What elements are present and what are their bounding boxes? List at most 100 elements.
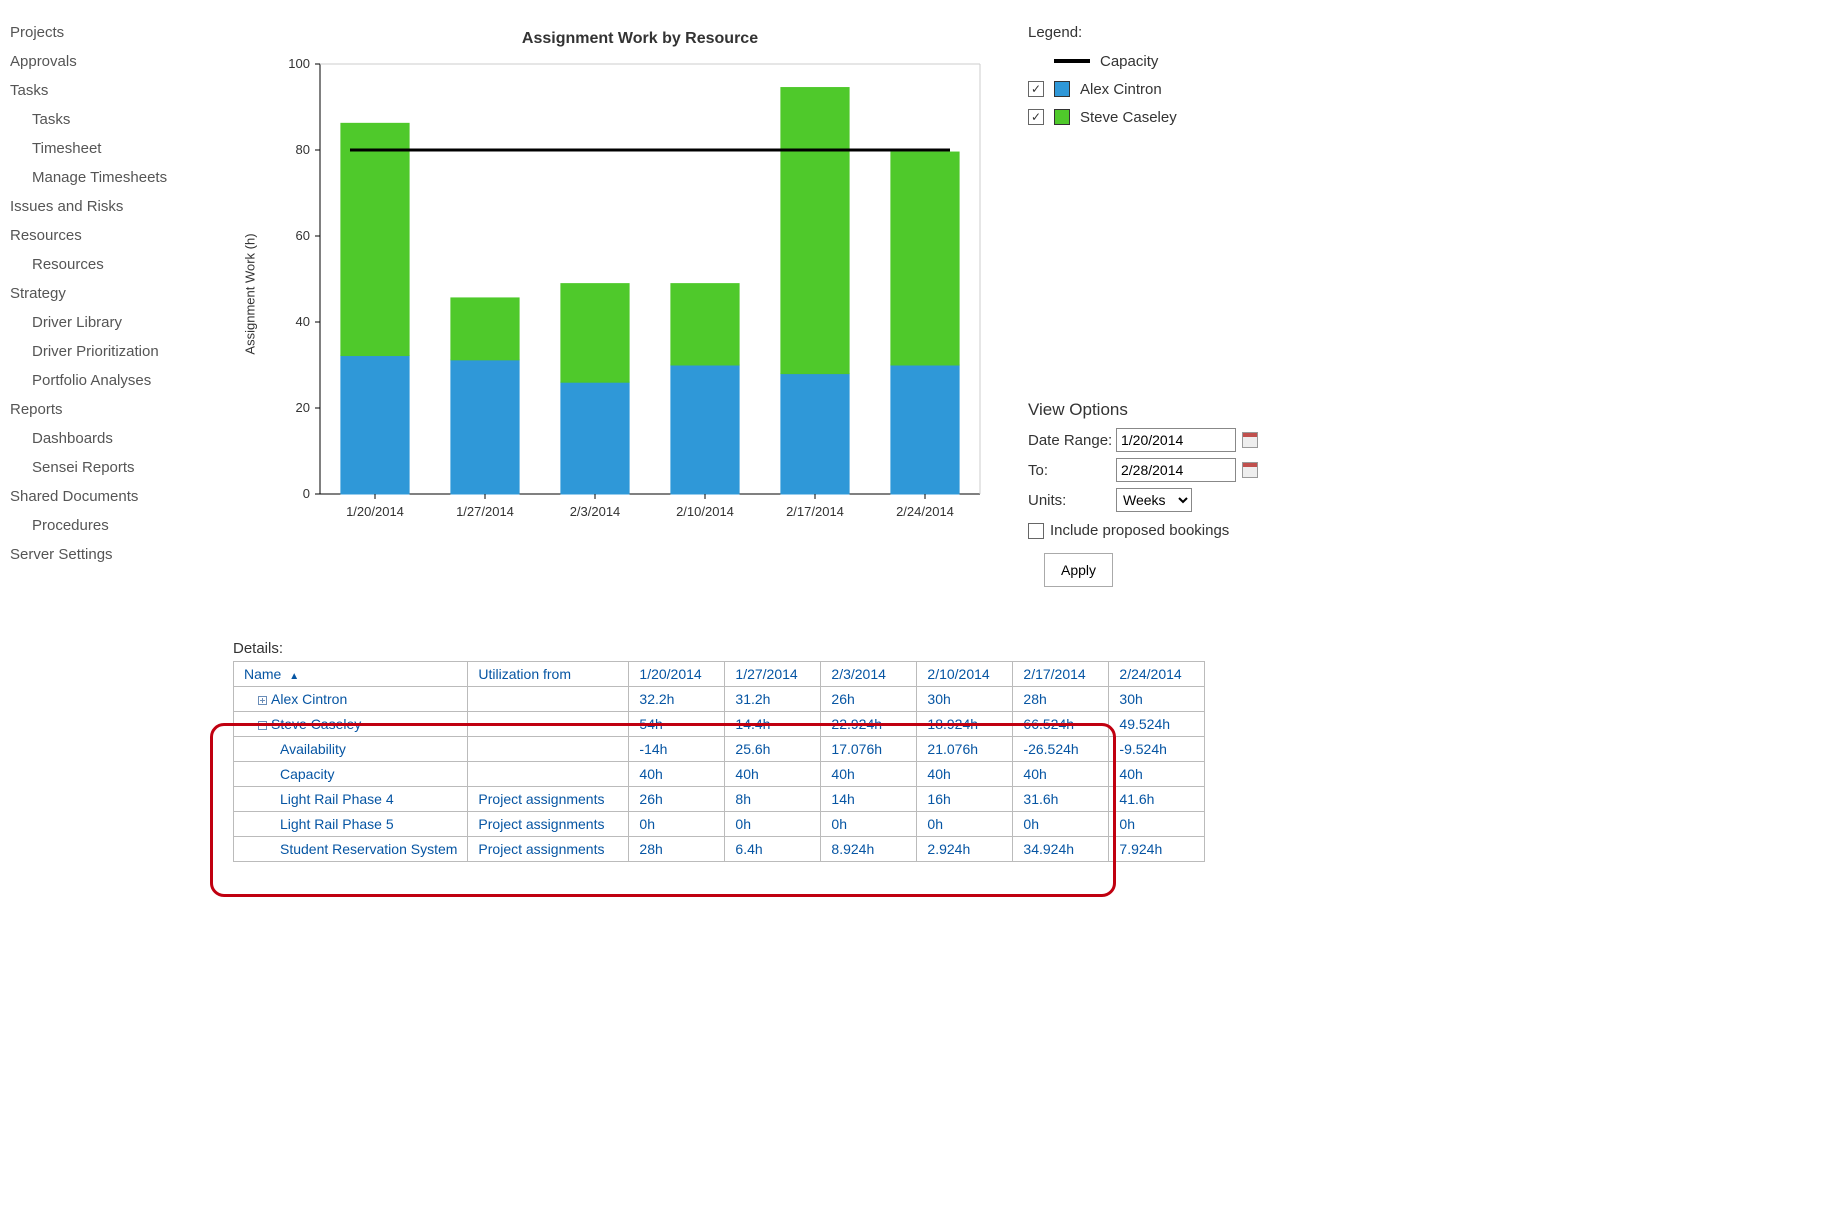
legend-panel: Legend: Capacity ✓Alex Cintron✓Steve Cas… xyxy=(1028,24,1177,131)
nav-item[interactable]: Issues and Risks xyxy=(10,192,210,221)
row-name-cell[interactable]: Alex Cintron xyxy=(234,687,468,712)
table-header-date[interactable]: 1/20/2014 xyxy=(629,662,725,687)
row-value-cell: 30h xyxy=(917,687,1013,712)
nav-item[interactable]: Driver Prioritization xyxy=(10,337,210,366)
date-range-label: Date Range: xyxy=(1028,432,1116,449)
table-header-util[interactable]: Utilization from xyxy=(468,662,629,687)
include-proposed-label: Include proposed bookings xyxy=(1050,522,1229,539)
row-util-cell xyxy=(468,687,629,712)
svg-text:2/17/2014: 2/17/2014 xyxy=(786,504,844,519)
nav-item[interactable]: Resources xyxy=(10,221,210,250)
nav-item[interactable]: Server Settings xyxy=(10,540,210,569)
nav-item[interactable]: Tasks xyxy=(10,105,210,134)
row-value-cell: 28h xyxy=(1013,687,1109,712)
row-name-cell[interactable]: Student Reservation System xyxy=(234,837,468,862)
row-value-cell: 14.4h xyxy=(725,712,821,737)
legend-swatch xyxy=(1054,81,1070,97)
legend-swatch xyxy=(1054,109,1070,125)
row-value-cell: 54h xyxy=(629,712,725,737)
legend-checkbox[interactable]: ✓ xyxy=(1028,109,1044,125)
svg-text:20: 20 xyxy=(296,400,310,415)
table-row: Capacity40h40h40h40h40h40h xyxy=(234,762,1205,787)
table-header-date[interactable]: 2/24/2014 xyxy=(1109,662,1205,687)
nav-item[interactable]: Resources xyxy=(10,250,210,279)
nav-item[interactable]: Dashboards xyxy=(10,424,210,453)
table-row: Alex Cintron32.2h31.2h26h30h28h30h xyxy=(234,687,1205,712)
table-header-date[interactable]: 2/17/2014 xyxy=(1013,662,1109,687)
table-row: Student Reservation SystemProject assign… xyxy=(234,837,1205,862)
y-axis-label: Assignment Work (h) xyxy=(243,233,258,354)
row-value-cell: 34.924h xyxy=(1013,837,1109,862)
legend-label: Steve Caseley xyxy=(1080,109,1177,126)
legend-capacity-label: Capacity xyxy=(1100,53,1158,70)
row-value-cell: 0h xyxy=(629,812,725,837)
nav-item[interactable]: Projects xyxy=(10,18,210,47)
legend-checkbox[interactable]: ✓ xyxy=(1028,81,1044,97)
row-value-cell: 22.924h xyxy=(821,712,917,737)
row-value-cell: 31.2h xyxy=(725,687,821,712)
nav-item[interactable]: Tasks xyxy=(10,76,210,105)
row-name-cell[interactable]: Availability xyxy=(234,737,468,762)
expand-icon[interactable] xyxy=(258,696,267,705)
row-value-cell: 31.6h xyxy=(1013,787,1109,812)
legend-title: Legend: xyxy=(1028,24,1177,41)
table-header-date[interactable]: 2/3/2014 xyxy=(821,662,917,687)
view-options-panel: View Options Date Range: To: Units: Week… xyxy=(1028,400,1258,587)
legend-item: ✓Alex Cintron xyxy=(1028,75,1177,103)
row-value-cell: 40h xyxy=(725,762,821,787)
date-from-input[interactable] xyxy=(1116,428,1236,452)
nav-item[interactable]: Timesheet xyxy=(10,134,210,163)
row-value-cell: 40h xyxy=(629,762,725,787)
date-to-input[interactable] xyxy=(1116,458,1236,482)
nav-item[interactable]: Portfolio Analyses xyxy=(10,366,210,395)
nav-item[interactable]: Strategy xyxy=(10,279,210,308)
details-panel: Details: Name ▲Utilization from1/20/2014… xyxy=(233,640,1205,862)
table-row: Steve Caseley54h14.4h22.924h18.924h66.52… xyxy=(234,712,1205,737)
sort-asc-icon: ▲ xyxy=(289,671,299,682)
row-value-cell: 21.076h xyxy=(917,737,1013,762)
details-title: Details: xyxy=(233,640,1205,657)
svg-text:0: 0 xyxy=(303,486,310,501)
units-label: Units: xyxy=(1028,492,1116,509)
row-value-cell: 6.4h xyxy=(725,837,821,862)
row-name-cell[interactable]: Light Rail Phase 4 xyxy=(234,787,468,812)
include-proposed-checkbox[interactable] xyxy=(1028,523,1044,539)
collapse-icon[interactable] xyxy=(258,721,267,730)
row-value-cell: 8.924h xyxy=(821,837,917,862)
row-value-cell: 40h xyxy=(1109,762,1205,787)
row-name-cell[interactable]: Light Rail Phase 5 xyxy=(234,812,468,837)
row-value-cell: 30h xyxy=(1109,687,1205,712)
nav-item[interactable]: Shared Documents xyxy=(10,482,210,511)
row-name-cell[interactable]: Steve Caseley xyxy=(234,712,468,737)
row-value-cell: 18.924h xyxy=(917,712,1013,737)
svg-text:1/20/2014: 1/20/2014 xyxy=(346,504,404,519)
apply-button[interactable]: Apply xyxy=(1044,553,1113,587)
row-value-cell: 0h xyxy=(821,812,917,837)
nav-item[interactable]: Approvals xyxy=(10,47,210,76)
row-value-cell: 25.6h xyxy=(725,737,821,762)
svg-text:2/24/2014: 2/24/2014 xyxy=(896,504,954,519)
nav-item[interactable]: Driver Library xyxy=(10,308,210,337)
row-value-cell: 49.524h xyxy=(1109,712,1205,737)
calendar-icon[interactable] xyxy=(1242,462,1258,478)
chart-panel: Assignment Work by Resource Assignment W… xyxy=(260,30,1020,534)
row-name-cell[interactable]: Capacity xyxy=(234,762,468,787)
nav-item[interactable]: Procedures xyxy=(10,511,210,540)
row-value-cell: 16h xyxy=(917,787,1013,812)
nav-item[interactable]: Sensei Reports xyxy=(10,453,210,482)
row-value-cell: 2.924h xyxy=(917,837,1013,862)
row-value-cell: -14h xyxy=(629,737,725,762)
svg-text:1/27/2014: 1/27/2014 xyxy=(456,504,514,519)
nav-item[interactable]: Reports xyxy=(10,395,210,424)
units-select[interactable]: Weeks xyxy=(1116,488,1192,512)
nav-item[interactable]: Manage Timesheets xyxy=(10,163,210,192)
row-value-cell: 40h xyxy=(821,762,917,787)
table-header-name[interactable]: Name ▲ xyxy=(234,662,468,687)
table-header-date[interactable]: 2/10/2014 xyxy=(917,662,1013,687)
table-header-date[interactable]: 1/27/2014 xyxy=(725,662,821,687)
row-value-cell: 8h xyxy=(725,787,821,812)
row-util-cell: Project assignments xyxy=(468,787,629,812)
calendar-icon[interactable] xyxy=(1242,432,1258,448)
row-value-cell: 0h xyxy=(1013,812,1109,837)
row-util-cell xyxy=(468,712,629,737)
